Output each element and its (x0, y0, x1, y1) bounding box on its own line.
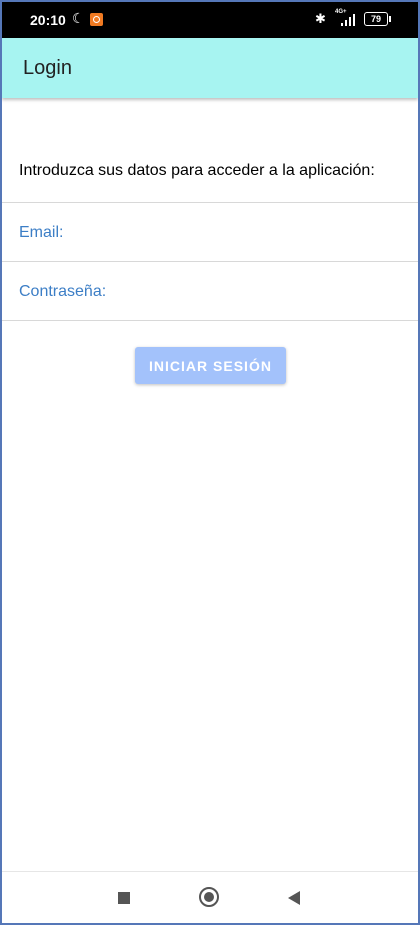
recents-icon[interactable] (118, 892, 130, 904)
back-icon[interactable] (288, 891, 300, 905)
signal-bar (345, 20, 347, 26)
email-input[interactable] (2, 203, 418, 261)
signal-bar (349, 17, 351, 26)
phone-frame: 20:10 ☾ ✱ 4G+ 79 Login Introduzca sus da… (0, 0, 420, 925)
moon-icon: ☾ (72, 10, 85, 26)
password-input[interactable] (2, 262, 418, 320)
signal-bar (341, 23, 343, 26)
password-field[interactable]: Contraseña: (2, 261, 418, 321)
app-notification-icon (90, 13, 103, 26)
bluetooth-icon: ✱ (315, 11, 326, 26)
status-time: 20:10 (30, 12, 66, 28)
network-type-label: 4G+ (335, 9, 347, 15)
battery-icon: 79 (364, 12, 391, 26)
status-bar: 20:10 ☾ ✱ 4G+ 79 (2, 2, 418, 38)
signal-bar (353, 14, 355, 26)
page-title: Login (23, 57, 72, 79)
app-bar: Login (2, 38, 418, 98)
email-field[interactable]: Email: (2, 202, 418, 261)
navigation-bar (2, 871, 418, 923)
login-button[interactable]: INICIAR SESIÓN (135, 347, 286, 384)
signal-icon: 4G+ (335, 9, 357, 27)
intro-text: Introduzca sus datos para acceder a la a… (19, 162, 375, 179)
home-icon[interactable] (199, 887, 219, 907)
